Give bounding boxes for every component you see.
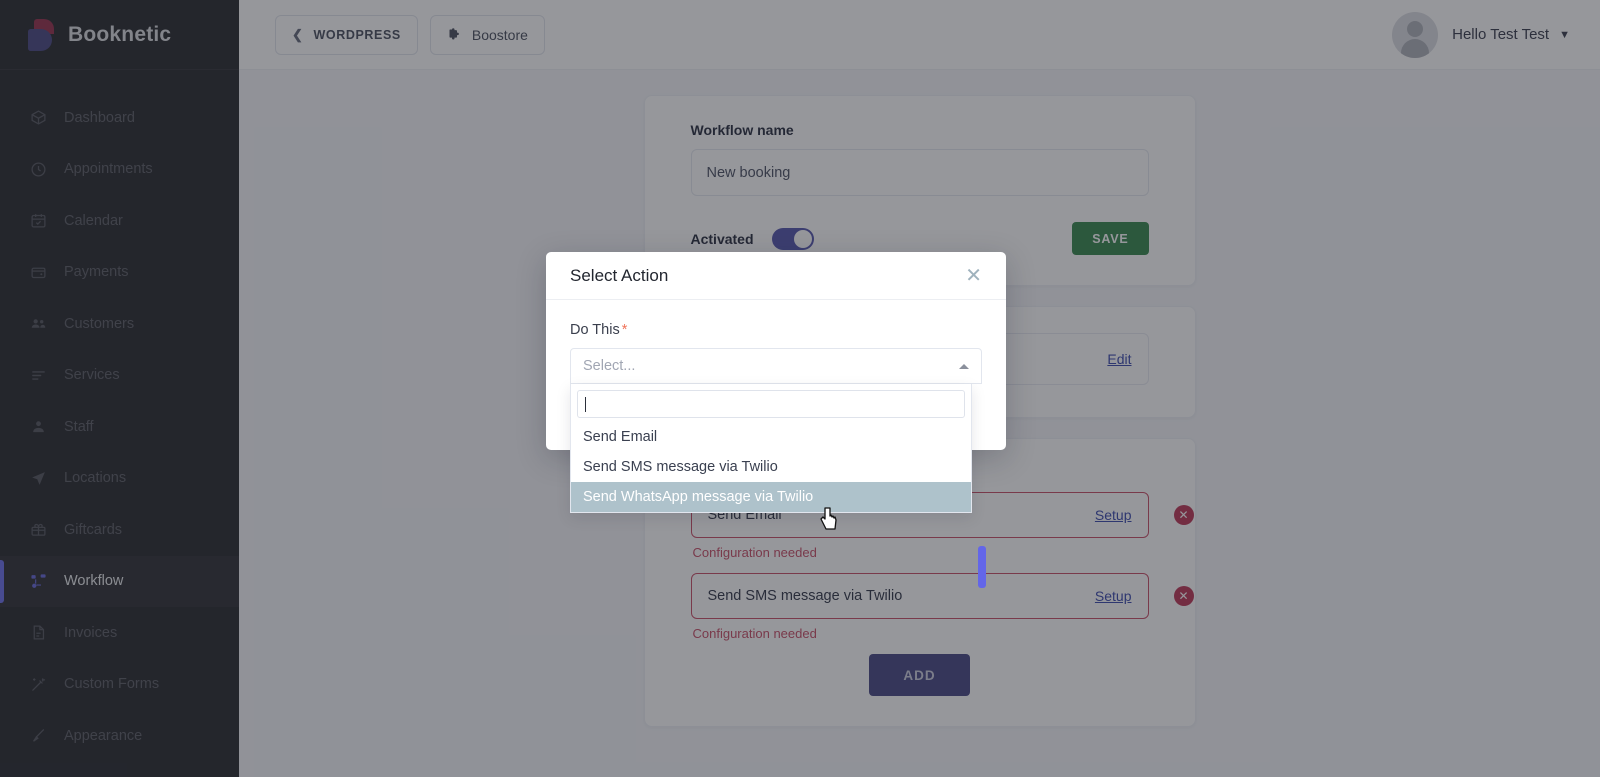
required-asterisk: * — [621, 322, 628, 338]
app-root: Booknetic Dashboard Appointments Calenda… — [0, 0, 1600, 777]
do-this-field-label-text: Do This — [570, 322, 620, 338]
action-select-search[interactable] — [577, 390, 965, 418]
text-caret — [585, 396, 586, 412]
modal-title: Select Action — [570, 265, 669, 285]
hidden-primary-button[interactable] — [978, 546, 986, 588]
select-action-modal: Select Action ✕ Do This * Select... Send… — [546, 252, 1006, 588]
action-select-menu: Send Email Send SMS message via Twilio S… — [570, 384, 972, 513]
close-icon[interactable]: ✕ — [965, 266, 982, 286]
action-select-value: Select... — [583, 358, 636, 374]
modal-header: Select Action ✕ — [546, 252, 1006, 300]
action-select: Select... Send Email Send SMS message vi… — [570, 348, 986, 588]
option-send-whatsapp-twilio[interactable]: Send WhatsApp message via Twilio — [571, 482, 971, 512]
caret-up-icon — [959, 363, 969, 369]
modal-body: Do This * Select... Send Email Send SMS m… — [546, 300, 1006, 588]
action-select-head[interactable]: Select... — [570, 348, 982, 384]
do-this-field-label: Do This * — [570, 322, 982, 338]
option-send-email[interactable]: Send Email — [571, 422, 971, 452]
option-send-sms-twilio[interactable]: Send SMS message via Twilio — [571, 452, 971, 482]
